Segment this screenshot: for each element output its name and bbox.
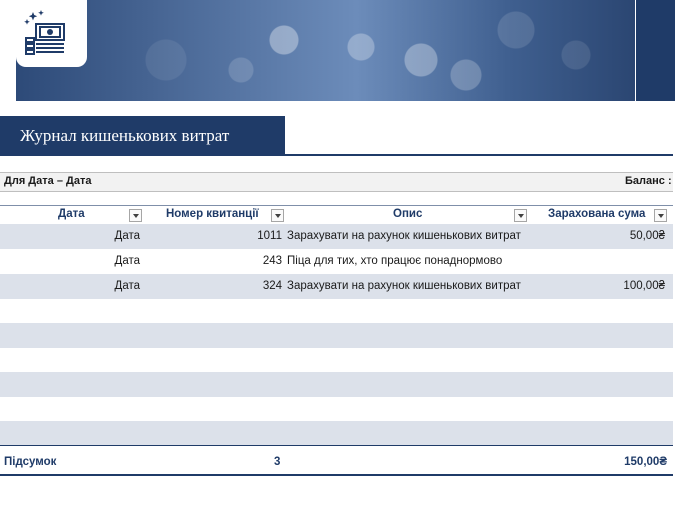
cell-receipt[interactable]: 324 (263, 280, 282, 292)
money-stack-icon (24, 10, 65, 55)
cell-amount[interactable]: 100,00₴ (623, 280, 665, 292)
column-header-receipt: Номер квитанції (166, 208, 259, 220)
empty-row[interactable] (0, 397, 673, 422)
column-header-date: Дата (58, 208, 85, 220)
table-row[interactable]: Дата 1011 Зарахувати на рахунок кишенько… (0, 224, 673, 249)
cell-receipt[interactable]: 243 (263, 255, 282, 267)
cell-date[interactable]: Дата (115, 230, 140, 242)
column-header-amount: Зарахована сума (548, 208, 646, 220)
banner-accent-bar (636, 0, 675, 101)
totals-label: Підсумок (4, 456, 57, 468)
page-title: Журнал кишенькових витрат (20, 126, 230, 145)
totals-divider (0, 445, 673, 446)
title-divider (0, 154, 673, 156)
empty-row[interactable] (0, 348, 673, 373)
totals-receipt-count[interactable]: 3 (274, 456, 280, 468)
balance-label[interactable]: Баланс : (625, 175, 672, 187)
empty-row[interactable] (0, 299, 673, 324)
logo-tile (16, 0, 87, 67)
cell-date[interactable]: Дата (115, 280, 140, 292)
table-row[interactable]: Дата 243 Піца для тих, хто працює понадн… (0, 249, 673, 274)
dropdown-arrow-icon[interactable] (654, 209, 667, 222)
dropdown-arrow-icon[interactable] (129, 209, 142, 222)
cell-date[interactable]: Дата (115, 255, 140, 267)
dropdown-arrow-icon[interactable] (271, 209, 284, 222)
bottom-divider (0, 474, 673, 476)
header-banner (0, 0, 675, 101)
column-header-description: Опис (393, 208, 423, 220)
empty-row[interactable] (0, 372, 673, 397)
cell-receipt[interactable]: 1011 (257, 230, 282, 242)
cell-description[interactable]: Зарахувати на рахунок кишенькових витрат (287, 230, 521, 242)
empty-row[interactable] (0, 421, 673, 446)
cell-description[interactable]: Зарахувати на рахунок кишенькових витрат (287, 280, 521, 292)
dropdown-arrow-icon[interactable] (514, 209, 527, 222)
table-row[interactable]: Дата 324 Зарахувати на рахунок кишеньков… (0, 274, 673, 299)
banner-image (16, 0, 635, 101)
cell-description[interactable]: Піца для тих, хто працює понаднормово (287, 255, 502, 267)
totals-amount[interactable]: 150,00₴ (624, 456, 667, 468)
empty-row[interactable] (0, 323, 673, 348)
date-range-label[interactable]: Для Дата – Дата (4, 175, 91, 187)
date-range-bar (0, 172, 673, 192)
cell-amount[interactable]: 50,00₴ (630, 230, 665, 242)
